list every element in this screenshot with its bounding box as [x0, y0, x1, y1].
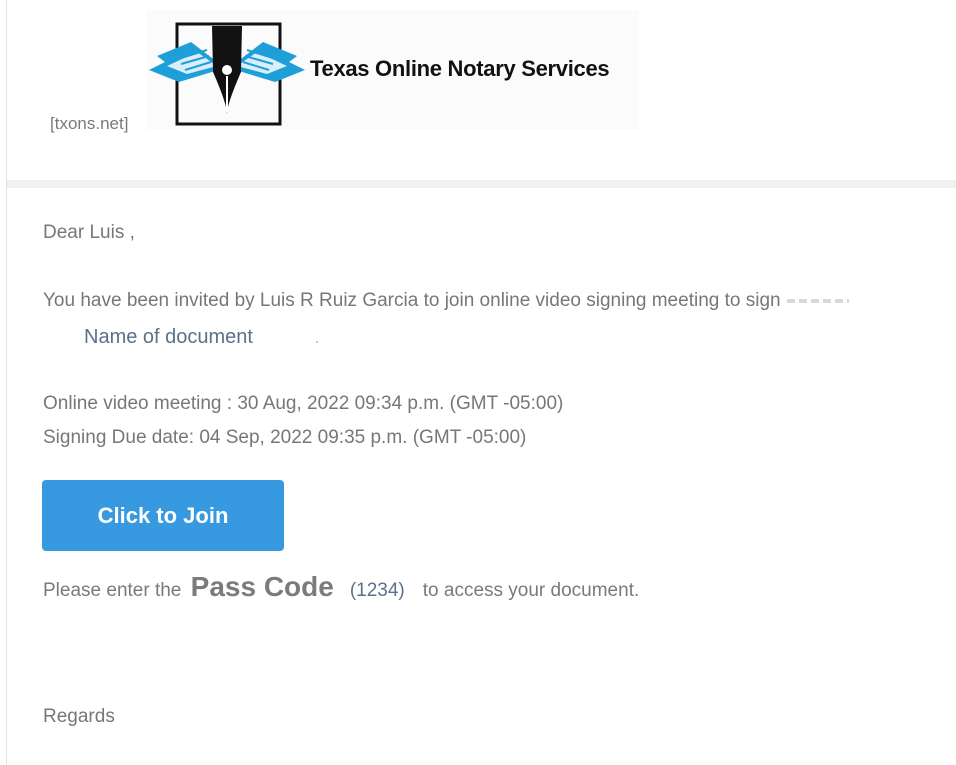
invite-text: You have been invited by Luis R Ruiz Gar… [43, 290, 781, 311]
pen-nib-book-icon [149, 22, 305, 126]
document-name: Name of document [84, 326, 253, 348]
redacted-text [786, 298, 849, 303]
passcode-suffix: to access your document. [422, 580, 640, 601]
logo-text: Texas Online Notary Services [310, 56, 610, 81]
passcode-value: (1234) [349, 580, 405, 601]
email-header: [txons.net] Texas Online Notary Services [7, 0, 956, 180]
site-link[interactable]: [txons.net] [50, 114, 128, 134]
logo: Texas Online Notary Services [147, 10, 639, 130]
passcode-prefix: Please enter the [43, 580, 182, 601]
passcode-line: Please enter the Pass Code (1234) to acces… [43, 571, 639, 603]
invite-line: You have been invited by Luis R Ruiz Gar… [43, 290, 849, 312]
join-button[interactable]: Click to Join [42, 480, 284, 551]
meeting-time: Online video meeting : 30 Aug, 2022 09:3… [43, 393, 564, 414]
passcode-title: Pass Code [190, 571, 334, 602]
redaction-dot [316, 341, 318, 343]
signing-due-date: Signing Due date: 04 Sep, 2022 09:35 p.m… [43, 427, 527, 448]
header-divider [7, 180, 956, 188]
closing: Regards [43, 706, 115, 727]
greeting: Dear Luis , [43, 222, 135, 243]
